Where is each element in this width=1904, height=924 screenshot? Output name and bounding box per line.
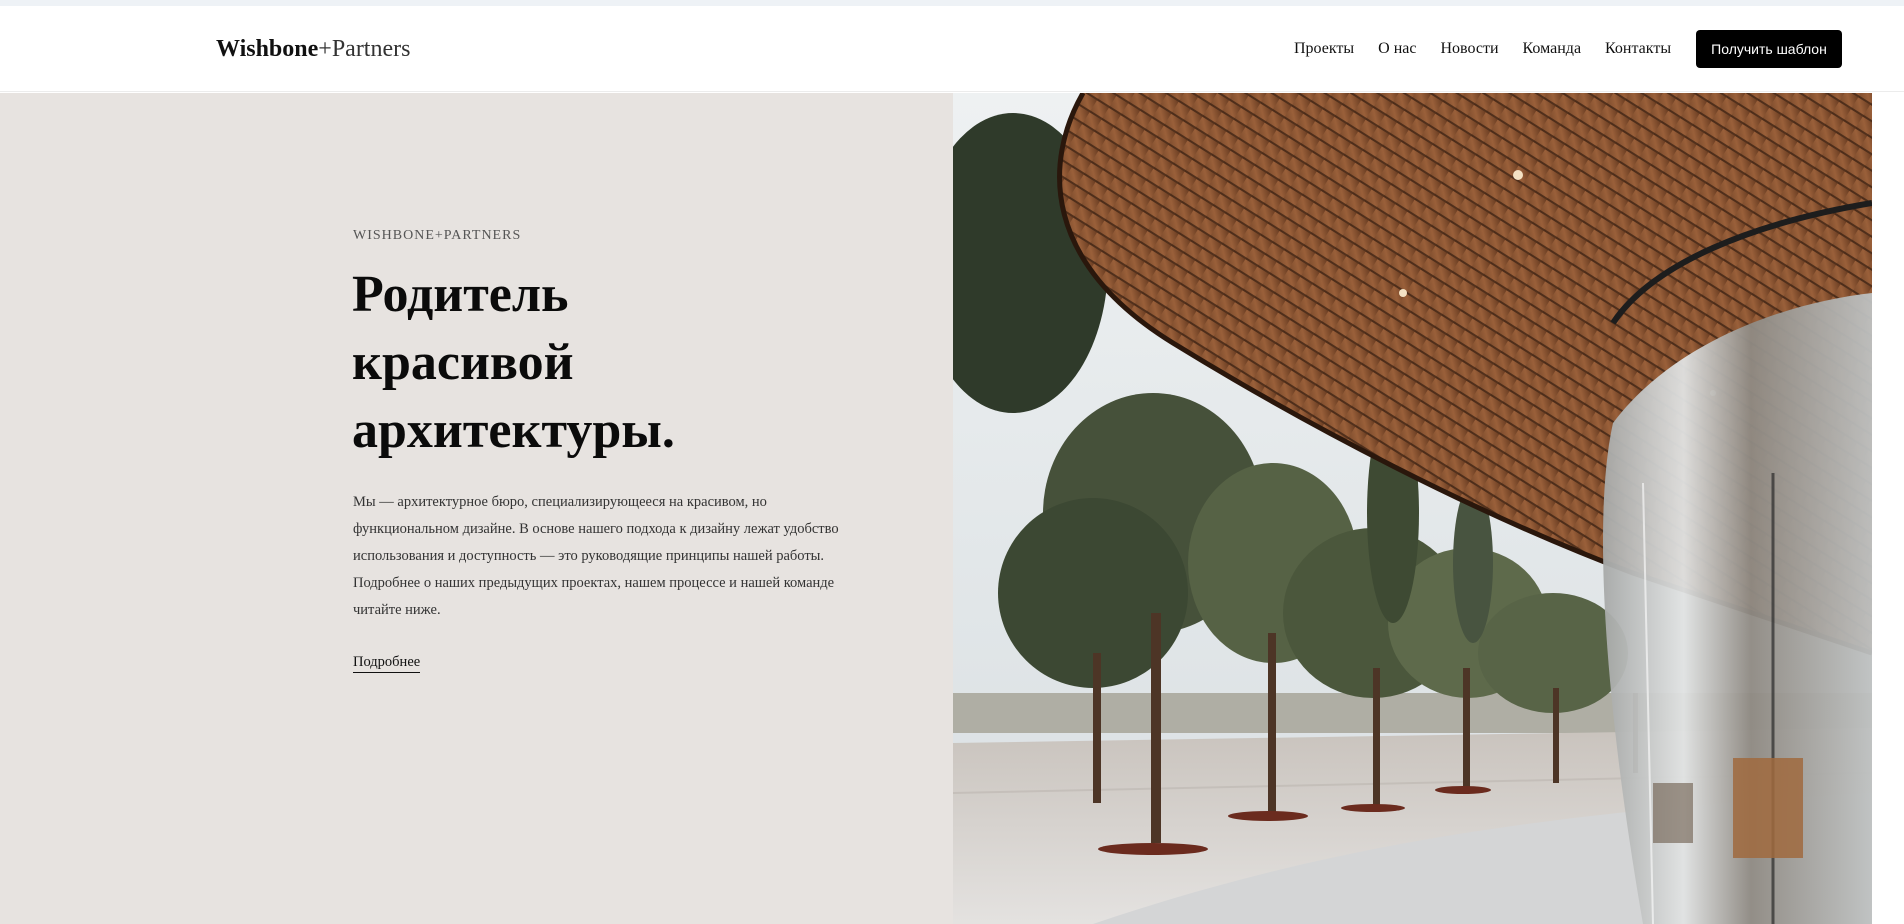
hero-title-line: Родитель — [352, 266, 569, 323]
site-header: Wishbone+Partners Проекты О нас Новости … — [0, 6, 1904, 92]
get-template-button[interactable]: Получить шаблон — [1696, 30, 1842, 68]
brand-logo[interactable]: Wishbone+Partners — [216, 36, 410, 63]
nav-item-projects[interactable]: Проекты — [1294, 40, 1354, 58]
hero-title: Родитель красивой архитектуры. — [352, 261, 912, 465]
hero-architecture-image — [953, 93, 1872, 924]
right-page-margin — [1872, 93, 1904, 924]
hero-description: Мы — архитектурное бюро, специализирующе… — [353, 494, 839, 618]
nav-item-news[interactable]: Новости — [1440, 40, 1498, 58]
architecture-photo-illustration — [953, 93, 1872, 924]
main-nav: Проекты О нас Новости Команда Контакты — [1294, 6, 1674, 92]
hero-title-line: красивой — [352, 334, 574, 391]
nav-item-about[interactable]: О нас — [1378, 40, 1416, 58]
hero-title-line: архитектуры. — [352, 402, 675, 459]
brand-name-bold: Wishbone — [216, 36, 319, 62]
brand-name-light: +Partners — [318, 36, 411, 62]
nav-item-team[interactable]: Команда — [1523, 40, 1582, 58]
hero-text-panel: WISHBONE+PARTNERS Родитель красивой архи… — [0, 93, 953, 924]
nav-item-contacts[interactable]: Контакты — [1605, 40, 1671, 58]
hero-eyebrow: WISHBONE+PARTNERS — [353, 228, 522, 243]
learn-more-link[interactable]: Подробнее — [353, 654, 421, 673]
